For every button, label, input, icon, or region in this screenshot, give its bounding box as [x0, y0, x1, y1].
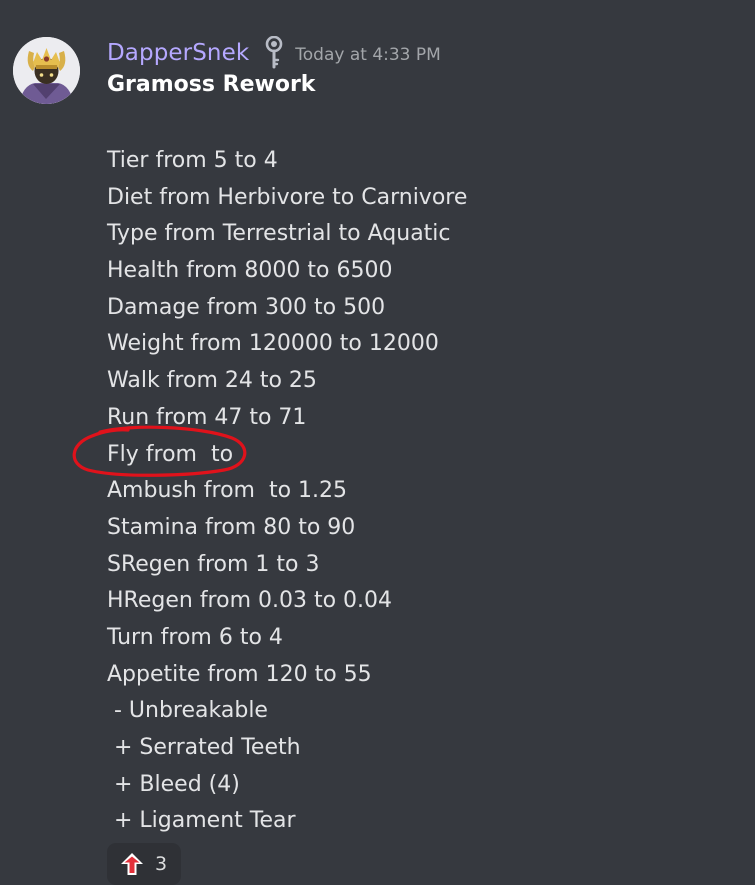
message-line: Turn from 6 to 4 [107, 624, 283, 650]
message-line: + Bleed (4) [107, 771, 240, 797]
author-name[interactable]: DapperSnek [107, 40, 249, 66]
message-line: SRegen from 1 to 3 [107, 551, 320, 577]
reaction-count: 3 [155, 853, 168, 875]
message-title: Gramoss Rework [107, 72, 316, 97]
message-line: Ambush from to 1.25 [107, 478, 348, 504]
message-line: + Ligament Tear [107, 808, 296, 834]
avatar[interactable] [13, 37, 80, 104]
message-header: DapperSnek Today at 4:33 PM [107, 35, 441, 70]
avatar-crown-icon [13, 37, 80, 104]
message-timestamp: Today at 4:33 PM [295, 45, 441, 65]
message-line: Walk from 24 to 25 [107, 368, 317, 394]
message-line: + Serrated Teeth [107, 735, 301, 760]
key-icon[interactable] [263, 35, 285, 70]
red-up-arrow-icon [121, 853, 143, 875]
message-line: Appetite from 120 to 55 [107, 661, 372, 687]
message-line: HRegen from 0.03 to 0.04 [107, 588, 393, 614]
message-line: Type from Terrestrial to Aquatic [107, 221, 451, 247]
message-line: - Unbreakable [107, 698, 268, 724]
message-line: Weight from 120000 to 12000 [107, 331, 439, 357]
message-line-fly: Fly from to [107, 441, 234, 467]
message-body: Tier from 5 to 4 Diet from Herbivore to … [107, 143, 467, 840]
message-line: Stamina from 80 to 90 [107, 514, 356, 540]
message-line: Diet from Herbivore to Carnivore [107, 184, 468, 210]
message-line: Run from 47 to 71 [107, 404, 307, 430]
reaction-button[interactable]: 3 [107, 843, 181, 885]
message-line: Tier from 5 to 4 [107, 148, 278, 173]
chat-message: DapperSnek Today at 4:33 PM Gramoss Rewo… [0, 0, 755, 885]
message-line: Health from 8000 to 6500 [107, 258, 393, 284]
message-line: Damage from 300 to 500 [107, 294, 386, 320]
